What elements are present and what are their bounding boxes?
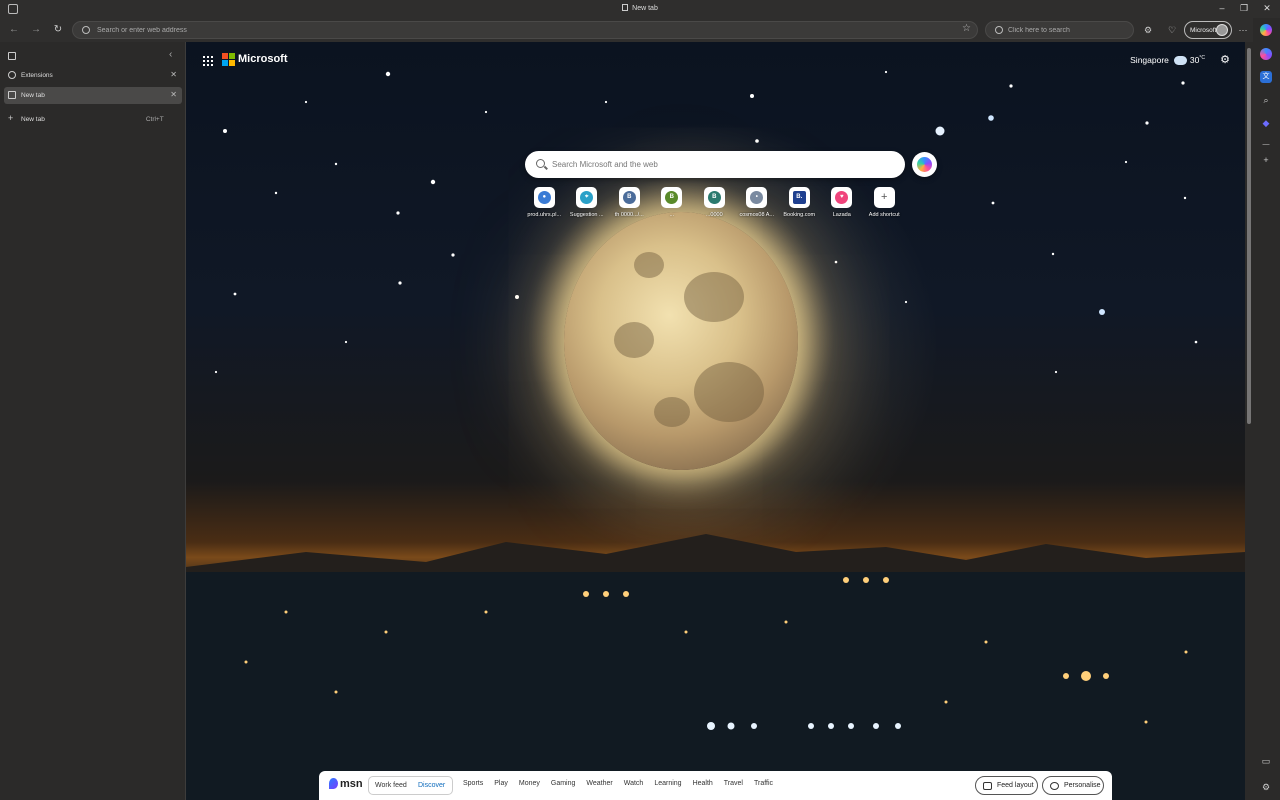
shortcut-tile[interactable]: ● prod.uhrs.pl... bbox=[523, 187, 566, 218]
msn-nav-traffic[interactable]: Traffic bbox=[754, 780, 773, 787]
brand-name[interactable]: Microsoft bbox=[238, 53, 288, 65]
butterfly-icon bbox=[329, 778, 338, 789]
copilot-icon bbox=[917, 157, 932, 172]
app-launcher-icon[interactable] bbox=[203, 56, 213, 66]
toolbar-search-input[interactable] bbox=[1008, 24, 1128, 37]
sparkle-icon bbox=[1050, 782, 1059, 790]
page-icon bbox=[8, 91, 16, 99]
add-sidebar-app-icon[interactable]: + bbox=[1260, 154, 1272, 166]
msn-nav-sports[interactable]: Sports bbox=[463, 780, 483, 787]
search-sidebar-icon[interactable]: ⌕ bbox=[1260, 94, 1272, 106]
shortcut-tile[interactable]: ⌖ Suggestion ... bbox=[566, 187, 609, 218]
msn-nav-travel[interactable]: Travel bbox=[724, 780, 743, 787]
new-tab-page: Microsoft Singapore 30°C ⚙ ●prod.uhrs.pl… bbox=[186, 42, 1245, 800]
add-shortcut-button[interactable]: + Add shortcut bbox=[863, 187, 906, 218]
weather-location: Singapore bbox=[1130, 55, 1169, 65]
refresh-button[interactable]: ↻ bbox=[51, 23, 65, 37]
screenshot-icon[interactable]: ▭ bbox=[1260, 755, 1272, 767]
tab-label: Extensions bbox=[21, 72, 53, 79]
edge-sidebar: 文 ⌕ ◆ — + ▭ ⚙ bbox=[1253, 18, 1280, 800]
msn-nav-learning[interactable]: Learning bbox=[654, 780, 681, 787]
shortcut-tile-booking[interactable]: B. Booking.com bbox=[778, 187, 821, 218]
extensions-icon[interactable]: ⚙ bbox=[1142, 24, 1154, 36]
title-bar: New tab – ❐ ✕ bbox=[0, 0, 1280, 18]
browser-toolbar: ← → ↻ ☆ ⚙ ♡ Microsoft ⋯ bbox=[0, 18, 1280, 42]
page-scrollbar[interactable] bbox=[1245, 42, 1253, 800]
search-icon bbox=[536, 159, 545, 168]
plus-icon: + bbox=[8, 113, 14, 123]
feed-toggle: Work feed Discover bbox=[368, 776, 453, 795]
scrollbar-thumb[interactable] bbox=[1247, 48, 1251, 424]
page-settings-icon[interactable]: ⚙ bbox=[1219, 54, 1231, 66]
minimize-button[interactable]: – bbox=[1216, 3, 1228, 13]
browser-essentials-icon[interactable]: ♡ bbox=[1166, 24, 1178, 36]
window-title: New tab bbox=[0, 4, 1280, 12]
quick-links: ● prod.uhrs.pl... ⌖ Suggestion ... Bth 000… bbox=[523, 187, 906, 218]
restore-button[interactable]: ❐ bbox=[1238, 3, 1250, 14]
layout-icon bbox=[983, 782, 992, 790]
weather-widget[interactable]: Singapore 30°C bbox=[1130, 52, 1205, 65]
close-tab-icon[interactable]: ✕ bbox=[170, 90, 177, 99]
copilot-secondary-icon[interactable] bbox=[1260, 48, 1272, 60]
shortcut-hint: Ctrl+T bbox=[145, 116, 164, 123]
copilot-button[interactable] bbox=[912, 152, 937, 177]
msn-nav-gaming[interactable]: Gaming bbox=[551, 780, 576, 787]
page-search-input[interactable] bbox=[552, 157, 892, 172]
profile-button[interactable]: Microsoft bbox=[1184, 21, 1232, 39]
close-window-button[interactable]: ✕ bbox=[1261, 3, 1273, 14]
address-bar[interactable]: ☆ bbox=[72, 21, 978, 39]
new-tab-button[interactable]: + New tab Ctrl+T bbox=[4, 113, 182, 127]
partly-cloudy-icon bbox=[1171, 52, 1187, 65]
discover-tab[interactable]: Discover bbox=[418, 782, 445, 789]
copilot-icon[interactable] bbox=[1260, 24, 1272, 36]
msn-nav: Sports Play Money Gaming Weather Watch L… bbox=[463, 780, 784, 787]
city-lights bbox=[186, 572, 1245, 800]
tab-label: New tab bbox=[21, 92, 45, 99]
moon-image bbox=[564, 212, 798, 470]
shortcut-tile[interactable]: B ...0000 bbox=[693, 187, 736, 218]
divider-icon: — bbox=[1262, 141, 1270, 148]
tab-actions-icon[interactable] bbox=[8, 52, 16, 60]
msn-nav-watch[interactable]: Watch bbox=[624, 780, 644, 787]
forward-button[interactable]: → bbox=[29, 23, 43, 37]
msn-nav-play[interactable]: Play bbox=[494, 780, 508, 787]
shortcut-tile[interactable]: • cosmos08 A... bbox=[736, 187, 779, 218]
search-icon bbox=[995, 26, 1003, 34]
collapse-pane-icon[interactable]: ‹ bbox=[169, 49, 172, 60]
shopping-icon[interactable]: ◆ bbox=[1260, 117, 1272, 129]
microsoft-logo-icon bbox=[222, 53, 235, 66]
toolbar-search-box[interactable] bbox=[985, 21, 1134, 39]
page-icon bbox=[622, 4, 629, 11]
close-tab-icon[interactable]: ✕ bbox=[170, 70, 177, 79]
page-search-bar[interactable] bbox=[525, 151, 905, 178]
personalise-button[interactable]: Personalise bbox=[1042, 776, 1104, 795]
sidebar-settings-icon[interactable]: ⚙ bbox=[1260, 781, 1272, 793]
avatar bbox=[1216, 24, 1228, 36]
tab-extensions[interactable]: Extensions ✕ bbox=[4, 67, 182, 84]
search-icon bbox=[82, 26, 90, 34]
back-button[interactable]: ← bbox=[7, 23, 21, 37]
shortcut-tile[interactable]: B... bbox=[651, 187, 694, 218]
msn-nav-money[interactable]: Money bbox=[519, 780, 540, 787]
address-input[interactable] bbox=[97, 24, 947, 37]
vertical-tabs-panel: ‹ Extensions ✕ New tab ✕ + New tab Ctrl+… bbox=[0, 42, 186, 800]
msn-feed-bar: msn Work feed Discover Sports Play Money… bbox=[319, 771, 1112, 800]
shortcut-tile[interactable]: Bth 0000.../... bbox=[608, 187, 651, 218]
feed-layout-button[interactable]: Feed layout bbox=[975, 776, 1038, 795]
more-menu-icon[interactable]: ⋯ bbox=[1237, 24, 1249, 36]
favorite-star-icon[interactable]: ☆ bbox=[962, 23, 971, 34]
weather-temperature: 30°C bbox=[1189, 55, 1205, 65]
msn-logo[interactable]: msn bbox=[329, 778, 363, 790]
msn-nav-health[interactable]: Health bbox=[693, 780, 713, 787]
puzzle-icon bbox=[8, 71, 16, 79]
work-feed-tab[interactable]: Work feed bbox=[375, 782, 407, 789]
shortcut-tile-lazada[interactable]: ♥ Lazada bbox=[821, 187, 864, 218]
translate-icon[interactable]: 文 bbox=[1260, 71, 1272, 83]
msn-nav-weather[interactable]: Weather bbox=[586, 780, 612, 787]
tab-new-tab[interactable]: New tab ✕ bbox=[4, 87, 182, 104]
